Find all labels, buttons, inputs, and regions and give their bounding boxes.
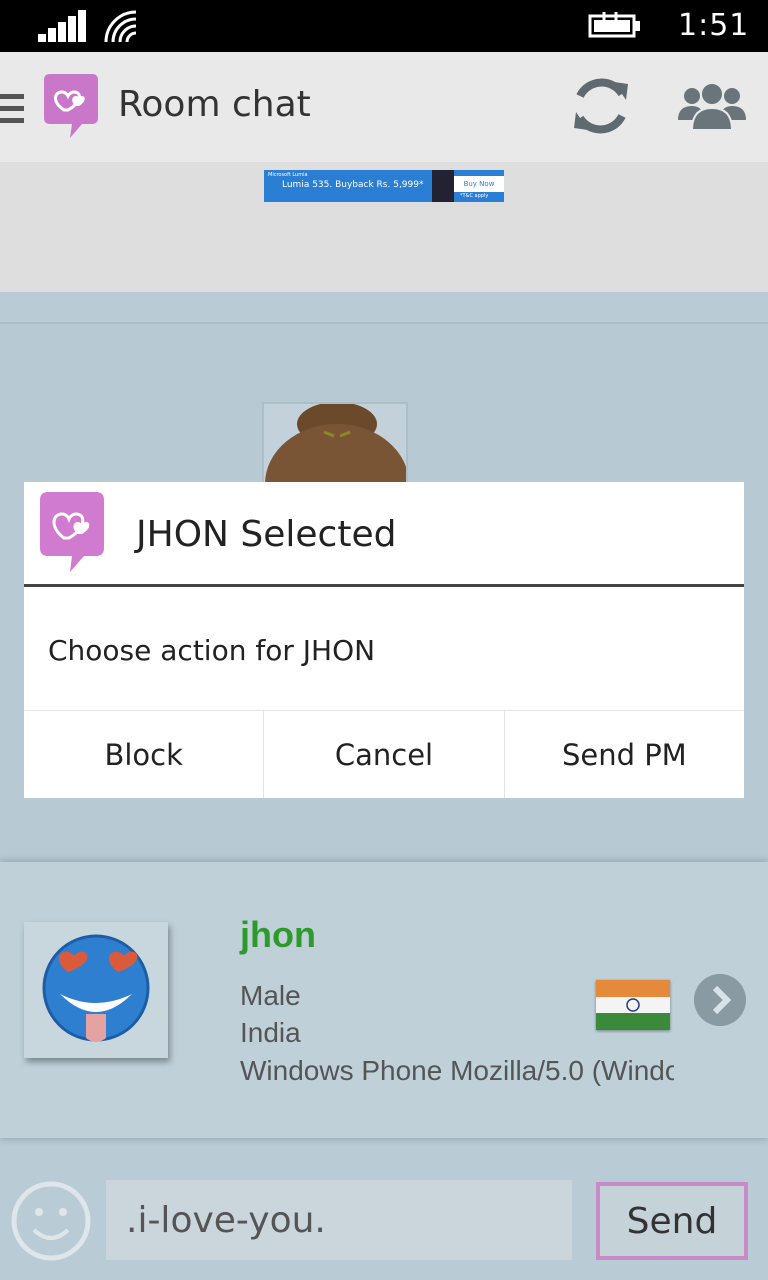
user-country: India [240, 1017, 301, 1048]
smiley-icon[interactable] [10, 1180, 92, 1262]
ad-brand: Microsoft Lumia [268, 172, 308, 178]
ad-banner[interactable]: Microsoft Lumia Lumia 535. Buyback Rs. 5… [264, 170, 504, 202]
dialog-title: JHON Selected [136, 514, 397, 555]
user-gender: Male [240, 980, 301, 1011]
chevron-right-icon[interactable] [694, 974, 746, 1026]
heart-chat-logo-icon [40, 492, 104, 572]
page-title: Room chat [118, 84, 311, 125]
status-bar: 1:51 [0, 0, 768, 52]
send-pm-button[interactable]: Send PM [504, 711, 744, 798]
user-card[interactable]: jhon Male India Windows Phone Mozilla/5.… [0, 862, 768, 1138]
user-device: Windows Phone Mozilla/5.0 (Windows Phone… [240, 1055, 674, 1086]
hamburger-icon[interactable] [0, 94, 24, 124]
dialog-divider [24, 584, 744, 587]
wifi-icon [104, 10, 137, 43]
heart-chat-logo-icon [44, 74, 98, 138]
refresh-icon[interactable] [570, 74, 632, 138]
block-button[interactable]: Block [24, 711, 265, 798]
dialog-header: JHON Selected [24, 482, 744, 586]
message-input[interactable] [106, 1180, 572, 1260]
user-name: jhon [240, 914, 316, 955]
avatar[interactable] [24, 922, 168, 1058]
ad-phone-image [432, 170, 454, 202]
battery-charging-icon [588, 12, 640, 38]
ad-fine-print: *T&C apply [460, 193, 489, 199]
signal-bars-icon [38, 10, 86, 42]
india-flag-icon [596, 980, 670, 1030]
send-button[interactable]: Send [596, 1182, 748, 1260]
clock: 1:51 [678, 8, 750, 43]
action-dialog: JHON Selected Choose action for JHON Blo… [24, 482, 744, 798]
users-icon[interactable] [676, 80, 748, 132]
ad-text: Lumia 535. Buyback Rs. 5,999* [282, 180, 424, 190]
app-header: Room chat [0, 52, 768, 162]
cancel-button[interactable]: Cancel [264, 711, 505, 798]
ad-area: Microsoft Lumia Lumia 535. Buyback Rs. 5… [0, 162, 768, 292]
dialog-message: Choose action for JHON [48, 634, 376, 667]
dialog-actions: Block Cancel Send PM [24, 710, 744, 798]
heart-eyes-emoji-icon [42, 934, 150, 1042]
message-input-bar: Send [0, 1160, 768, 1280]
ad-buy-button[interactable]: Buy Now [454, 176, 504, 192]
